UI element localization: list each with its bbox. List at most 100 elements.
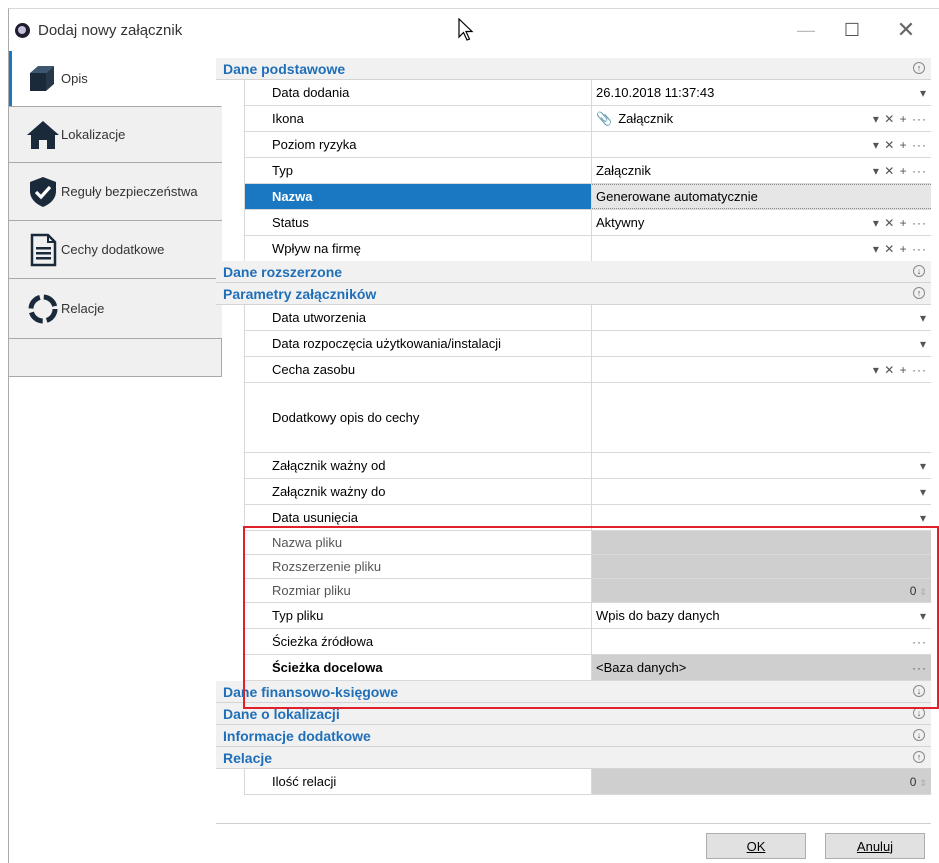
tab-label: Relacje — [61, 301, 105, 316]
collapse-icon[interactable]: ↑ — [913, 751, 925, 763]
property-name: Cecha zasobu — [244, 357, 592, 382]
value-controls[interactable]: ▾ ✕ + ··· — [873, 112, 927, 126]
property-value[interactable]: Załącznik ▾ ✕ + ··· — [592, 158, 931, 183]
row-data-usuniecia[interactable]: Data usunięcia ▾ — [244, 505, 931, 531]
property-value[interactable]: ▾ — [592, 505, 931, 530]
row-status[interactable]: Status Aktywny ▾ ✕ + ··· — [244, 210, 931, 236]
ellipsis-button[interactable]: ··· — [912, 661, 927, 675]
value-text: Aktywny — [596, 215, 645, 230]
property-value[interactable]: Wpis do bazy danych ▾ — [592, 603, 931, 628]
tab-lokalizacje[interactable]: Lokalizacje — [9, 107, 222, 163]
group-relacje[interactable]: Relacje ↑ — [216, 747, 931, 769]
row-data-rozpoczecia[interactable]: Data rozpoczęcia użytkowania/instalacji … — [244, 331, 931, 357]
tab-label: Reguły bezpieczeństwa — [61, 184, 198, 199]
dropdown-icon[interactable]: ▾ — [920, 459, 927, 473]
group-dane-o-lokalizacji[interactable]: Dane o lokalizacji ↓ — [216, 703, 931, 725]
value-controls[interactable]: ▾ ✕ + ··· — [873, 216, 927, 230]
tab-cechy-dodatkowe[interactable]: Cechy dodatkowe — [9, 221, 222, 279]
property-value[interactable]: ▾ ✕ + ··· — [592, 357, 931, 382]
property-value[interactable]: ▾ — [592, 331, 931, 356]
property-name: Typ — [244, 158, 592, 183]
property-value[interactable]: ▾ ✕ + ··· — [592, 236, 931, 261]
ellipsis-button[interactable]: ··· — [912, 635, 927, 649]
row-poziom-ryzyka[interactable]: Poziom ryzyka ▾ ✕ + ··· — [244, 132, 931, 158]
property-name: Ścieżka źródłowa — [244, 629, 592, 654]
dropdown-icon[interactable]: ▾ — [920, 311, 927, 325]
value-text: 0 — [909, 583, 917, 598]
row-cecha-zasobu[interactable]: Cecha zasobu ▾ ✕ + ··· — [244, 357, 931, 383]
property-value[interactable]: ▾ — [592, 479, 931, 504]
dropdown-icon[interactable]: ▾ — [920, 609, 927, 623]
dropdown-icon[interactable]: ▾ — [920, 485, 927, 499]
value-controls[interactable]: ▾ ✕ + ··· — [873, 363, 927, 377]
house-icon — [27, 121, 59, 149]
app-icon — [15, 23, 30, 38]
tab-label: Opis — [61, 71, 88, 86]
row-sciezka-zrodlowa[interactable]: Ścieżka źródłowa ··· — [244, 629, 931, 655]
group-informacje-dodatkowe[interactable]: Informacje dodatkowe ↓ — [216, 725, 931, 747]
row-wplyw-na-firme[interactable]: Wpływ na firmę ▾ ✕ + ··· — [244, 236, 931, 262]
maximize-button[interactable]: ☐ — [829, 15, 875, 45]
group-dane-finansowo-ksiegowe[interactable]: Dane finansowo-księgowe ↓ — [216, 681, 931, 703]
row-sciezka-docelowa[interactable]: Ścieżka docelowa <Baza danych> ··· — [244, 655, 931, 681]
row-dodatkowy-opis[interactable]: Dodatkowy opis do cechy — [244, 383, 931, 453]
row-nazwa[interactable]: Nazwa Generowane automatycznie — [244, 184, 931, 210]
property-value[interactable]: <Baza danych> ··· — [592, 655, 931, 680]
collapse-icon[interactable]: ↑ — [913, 62, 925, 74]
property-name: Ścieżka docelowa — [244, 655, 592, 680]
expand-icon[interactable]: ↓ — [913, 707, 925, 719]
row-rozmiar-pliku: Rozmiar pliku 0 ⇕ — [244, 579, 931, 603]
property-value[interactable]: 26.10.2018 11:37:43 ▾ — [592, 80, 931, 105]
row-data-utworzenia[interactable]: Data utworzenia ▾ — [244, 305, 931, 331]
row-typ-pliku[interactable]: Typ pliku Wpis do bazy danych ▾ — [244, 603, 931, 629]
property-name: Załącznik ważny od — [244, 453, 592, 478]
tab-reguly-bezpieczenstwa[interactable]: Reguły bezpieczeństwa — [9, 163, 222, 221]
dropdown-icon[interactable]: ▾ — [920, 86, 927, 100]
group-label: Dane finansowo-księgowe — [223, 684, 399, 700]
group-label: Dane podstawowe — [223, 61, 346, 77]
row-nazwa-pliku: Nazwa pliku — [244, 531, 931, 555]
expand-icon[interactable]: ↓ — [913, 729, 925, 741]
property-value — [592, 531, 931, 554]
group-label: Relacje — [223, 750, 273, 766]
row-zalacznik-wazny-do[interactable]: Załącznik ważny do ▾ — [244, 479, 931, 505]
property-value[interactable]: ▾ — [592, 305, 931, 330]
row-ikona[interactable]: Ikona 📎 Załącznik ▾ ✕ + ··· — [244, 106, 931, 132]
dropdown-icon[interactable]: ▾ — [920, 511, 927, 525]
property-value[interactable]: ▾ — [592, 453, 931, 478]
value-text: Załącznik — [596, 163, 651, 178]
dropdown-icon[interactable]: ▾ — [920, 337, 927, 351]
expand-icon[interactable]: ↓ — [913, 265, 925, 277]
row-typ[interactable]: Typ Załącznik ▾ ✕ + ··· — [244, 158, 931, 184]
button-label: OK — [746, 838, 766, 854]
cancel-button[interactable]: Anuluj — [825, 833, 925, 859]
property-value[interactable]: Aktywny ▾ ✕ + ··· — [592, 210, 931, 235]
tab-label: Lokalizacje — [61, 127, 126, 142]
group-parametry-zalacznikow[interactable]: Parametry załączników ↑ — [216, 283, 931, 305]
value-controls[interactable]: ▾ ✕ + ··· — [873, 138, 927, 152]
property-value — [592, 555, 931, 578]
minimize-button[interactable]: — — [783, 15, 829, 45]
collapse-icon[interactable]: ↑ — [913, 287, 925, 299]
property-name: Data dodania — [244, 80, 592, 105]
property-value[interactable]: ··· — [592, 629, 931, 654]
property-value[interactable]: 📎 Załącznik ▾ ✕ + ··· — [592, 106, 931, 131]
expand-icon[interactable]: ↓ — [913, 685, 925, 697]
property-value[interactable]: ▾ ✕ + ··· — [592, 132, 931, 157]
ok-button[interactable]: OK — [706, 833, 806, 859]
tab-relacje[interactable]: Relacje — [9, 279, 222, 339]
group-dane-podstawowe[interactable]: Dane podstawowe ↑ — [216, 58, 931, 80]
property-name: Data usunięcia — [244, 505, 592, 530]
row-zalacznik-wazny-od[interactable]: Załącznik ważny od ▾ — [244, 453, 931, 479]
value-controls[interactable]: ▾ ✕ + ··· — [873, 164, 927, 178]
property-value[interactable]: Generowane automatycznie — [592, 184, 931, 209]
tab-opis[interactable]: Opis — [9, 51, 222, 107]
group-dane-rozszerzone[interactable]: Dane rozszerzone ↓ — [216, 261, 931, 283]
row-data-dodania[interactable]: Data dodania 26.10.2018 11:37:43 ▾ — [244, 80, 931, 106]
close-button[interactable]: ✕ — [883, 15, 929, 45]
value-controls[interactable]: ▾ ✕ + ··· — [873, 242, 927, 256]
property-value[interactable] — [592, 383, 931, 452]
group-label: Parametry załączników — [223, 286, 377, 302]
property-name: Nazwa — [244, 184, 592, 209]
title-bar[interactable]: Dodaj nowy załącznik — ☐ ✕ — [9, 9, 939, 51]
